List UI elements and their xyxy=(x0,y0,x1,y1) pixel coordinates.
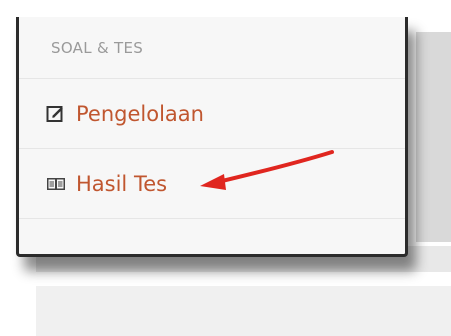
menu-item-label: Pengelolaan xyxy=(76,101,204,126)
menu-item-hasil-tes[interactable]: Hasil Tes xyxy=(19,149,405,219)
menu-item-label: Hasil Tes xyxy=(76,171,168,196)
menu-footer xyxy=(19,219,405,264)
edit-icon xyxy=(46,105,66,123)
screenshot-stage: SOAL & TES Pengelolaan Hasil Tes xyxy=(0,0,451,336)
book-icon xyxy=(46,175,66,193)
background-panel xyxy=(416,32,451,242)
menu-section-title: SOAL & TES xyxy=(19,17,405,79)
background-strip xyxy=(36,286,451,336)
menu-item-pengelolaan[interactable]: Pengelolaan xyxy=(19,79,405,149)
dropdown-menu: SOAL & TES Pengelolaan Hasil Tes xyxy=(16,17,408,257)
